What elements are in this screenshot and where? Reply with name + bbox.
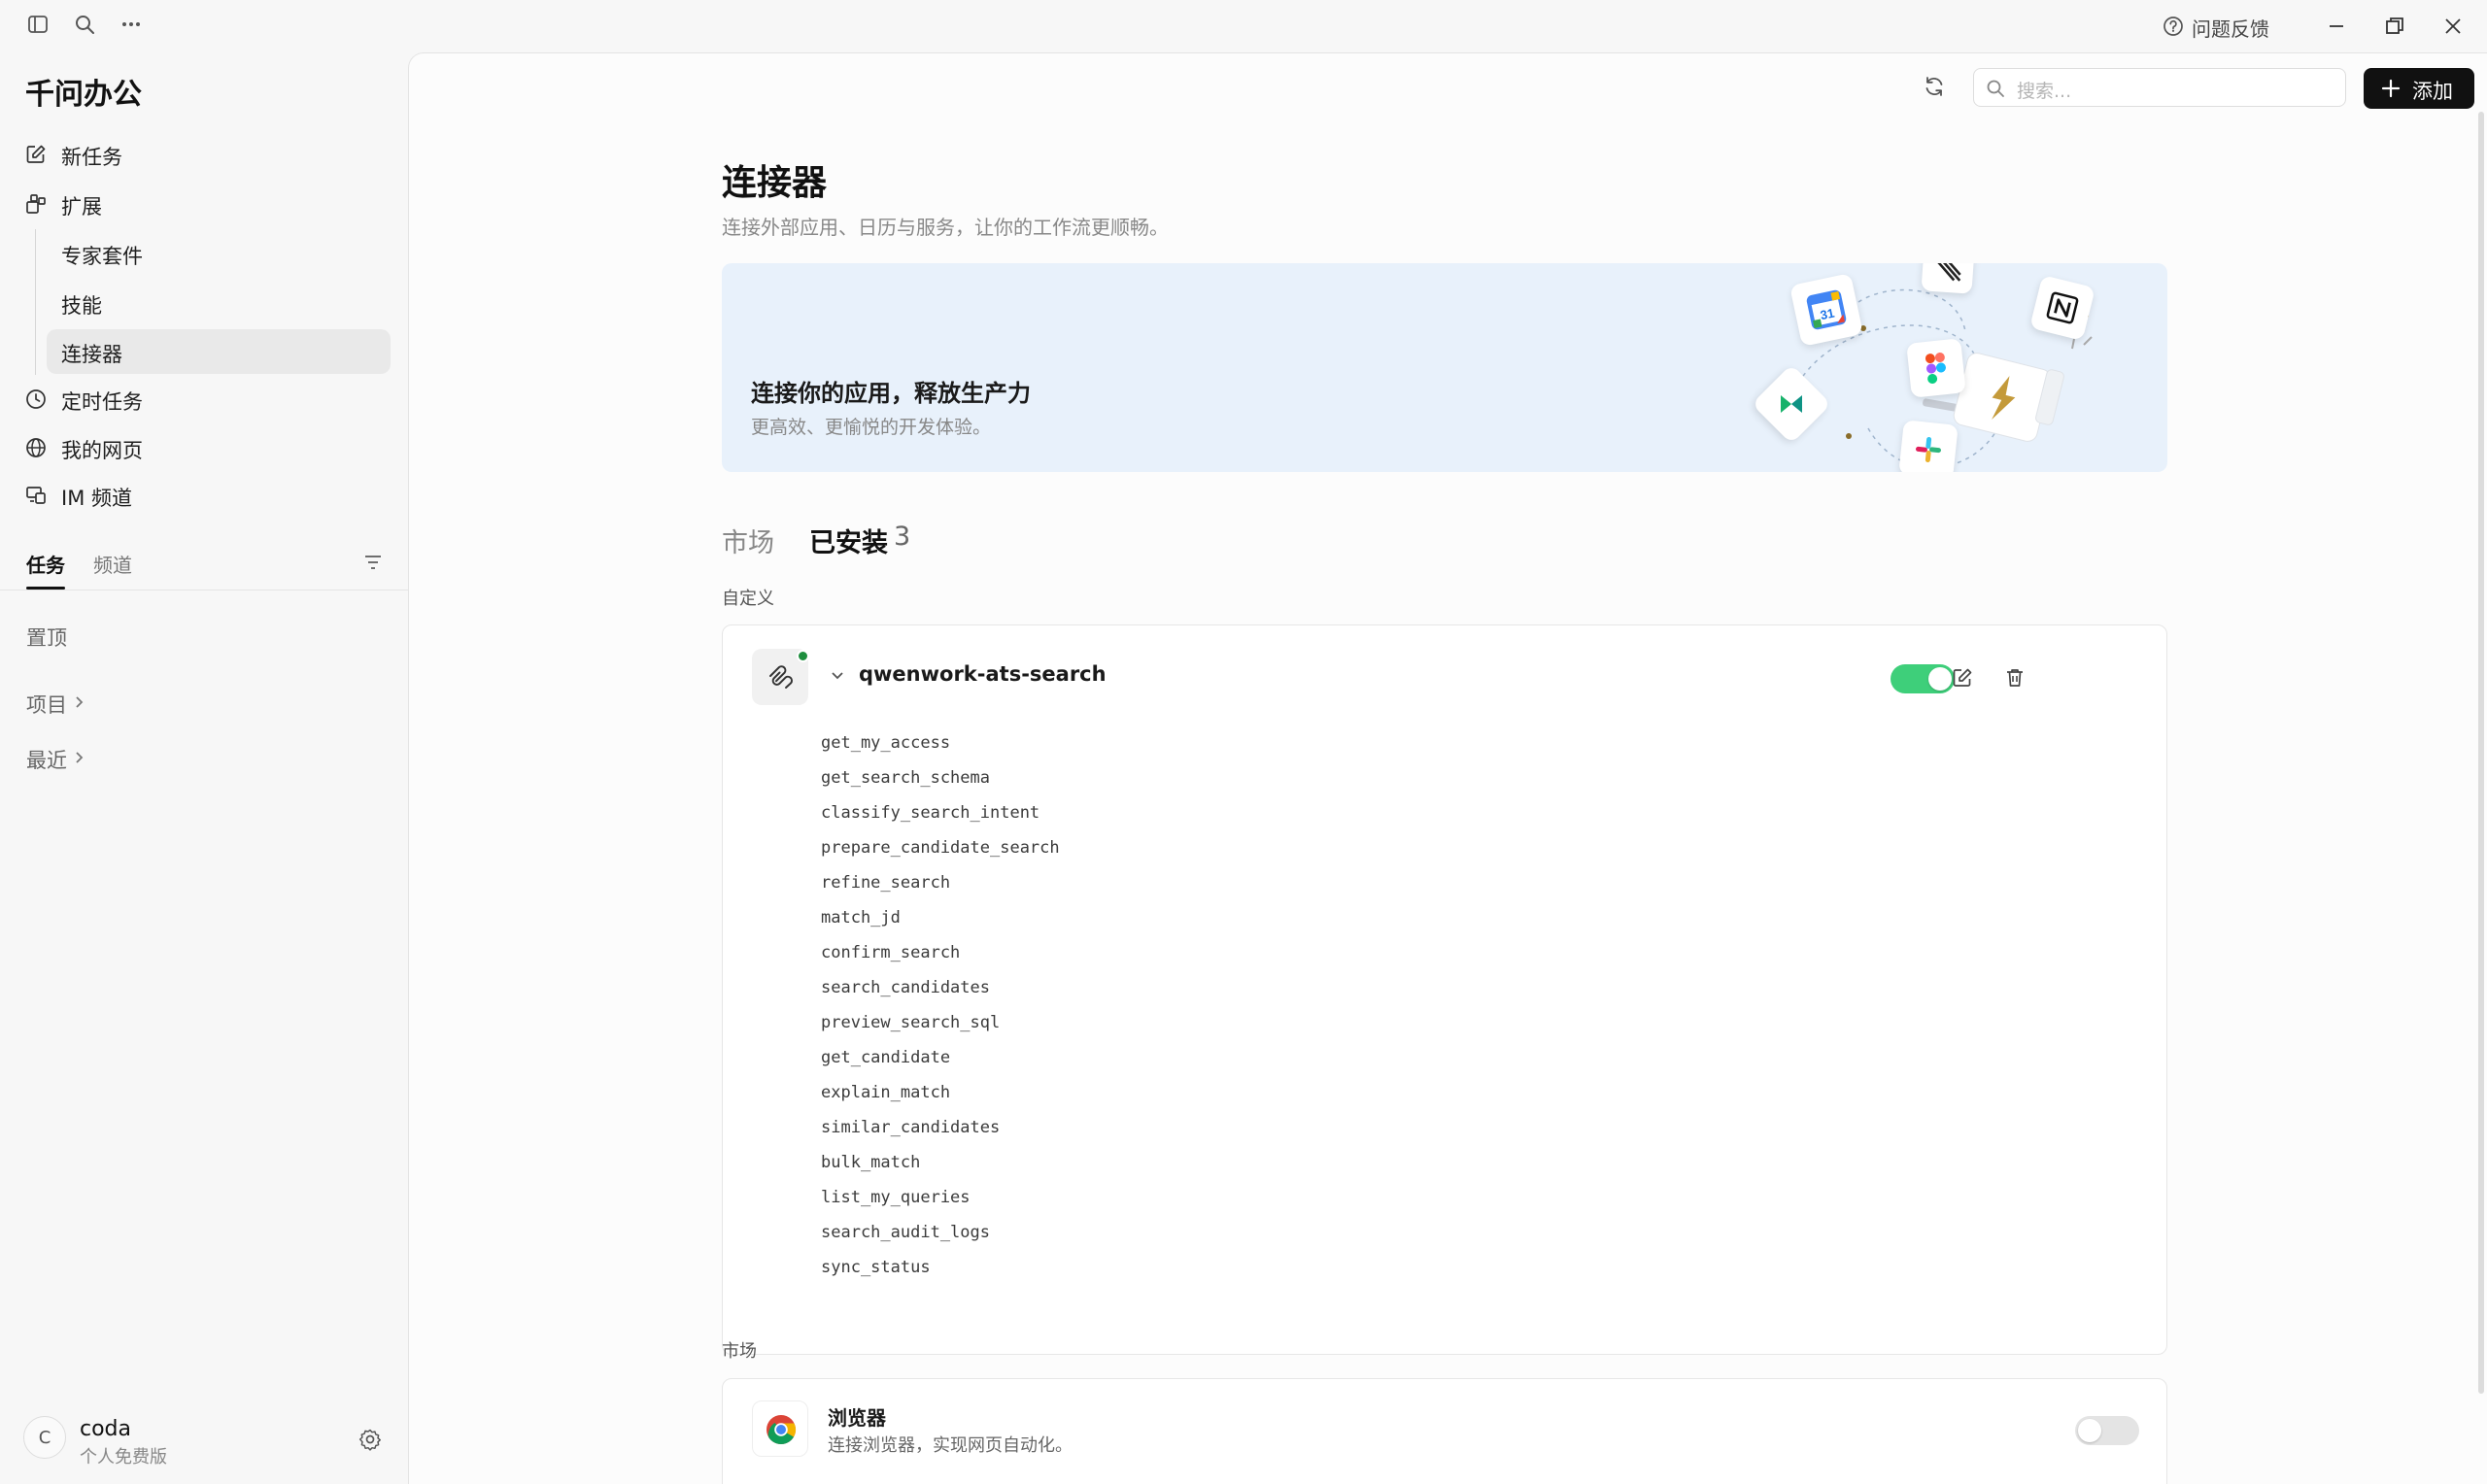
sidebar-item-label: 扩展 — [61, 195, 102, 219]
minimize-icon[interactable] — [2326, 16, 2347, 37]
sidebar-item-scheduled[interactable]: 定时任务 — [23, 377, 391, 422]
sidebar-item-skills[interactable]: 技能 — [47, 281, 391, 325]
tool-item: search_audit_logs — [821, 1223, 990, 1242]
projects-label: 项目 — [26, 693, 67, 717]
toggle-knob — [1928, 667, 1952, 691]
restore-icon[interactable] — [2384, 16, 2405, 37]
status-dot — [797, 650, 809, 662]
tool-item: get_search_schema — [821, 768, 990, 788]
figma-icon — [1906, 338, 1966, 398]
add-label: 添加 — [2412, 80, 2453, 103]
tool-item: bulk_match — [821, 1153, 921, 1172]
tool-item: prepare_candidate_search — [821, 838, 1060, 858]
sidebar-item-connectors[interactable]: 连接器 — [47, 329, 391, 374]
avatar[interactable]: C — [23, 1416, 66, 1459]
tool-item: search_candidates — [821, 978, 990, 997]
sidebar-item-extensions[interactable]: 扩展 — [23, 182, 391, 226]
market-card-browser: 浏览器 连接浏览器，实现网页自动化。 — [722, 1378, 2167, 1484]
recent-label: 最近 — [26, 749, 67, 772]
page-subtitle: 连接外部应用、日历与服务，让你的工作流更顺畅。 — [722, 216, 1169, 239]
search-icon — [1987, 80, 2004, 97]
sidebar-item-my-pages[interactable]: 我的网页 — [23, 425, 391, 470]
subnav-guide — [35, 229, 36, 375]
more-icon[interactable] — [120, 14, 142, 35]
custom-section-label: 自定义 — [722, 589, 774, 609]
tool-item: preview_search_sql — [821, 1013, 1001, 1032]
globe-icon — [26, 438, 46, 457]
tool-item: confirm_search — [821, 943, 961, 962]
tool-item: classify_search_intent — [821, 803, 1040, 823]
market-item-description: 连接浏览器，实现网页自动化。 — [828, 1435, 1073, 1456]
edit-icon[interactable] — [1951, 666, 1974, 690]
feedback-label: 问题反馈 — [2192, 17, 2269, 41]
plus-icon — [2381, 79, 2401, 98]
refresh-icon[interactable] — [1923, 75, 1946, 98]
sidebar-item-expert-kits[interactable]: 专家套件 — [47, 231, 391, 276]
close-icon[interactable] — [2442, 16, 2464, 37]
tool-item: list_my_queries — [821, 1188, 971, 1207]
sidebar-item-im-channel[interactable]: IM 频道 — [23, 473, 391, 518]
search-input[interactable]: 搜索... — [1973, 68, 2346, 107]
sidebar-item-label: IM 频道 — [61, 487, 132, 510]
trash-icon[interactable] — [2003, 666, 2027, 690]
connector-name: qwenwork-ats-search — [859, 662, 1107, 686]
market-section-label: 市场 — [722, 1341, 757, 1362]
gear-icon[interactable] — [358, 1428, 382, 1451]
tool-item: get_candidate — [821, 1048, 951, 1067]
edit-icon — [26, 145, 46, 163]
tool-item: match_jd — [821, 908, 901, 928]
calendar-day: 31 — [1819, 306, 1835, 323]
sidebar-toggle-icon[interactable] — [27, 14, 49, 35]
tool-item: sync_status — [821, 1258, 931, 1277]
promo-banner: 连接你的应用，释放生产力 更高效、更愉悦的开发体验。 31 — [722, 263, 2167, 472]
user-plan: 个人免费版 — [80, 1447, 167, 1467]
tab-tasks[interactable]: 任务 — [26, 550, 65, 578]
help-icon — [2163, 17, 2183, 36]
user-name: coda — [80, 1417, 132, 1441]
chrome-icon — [767, 1415, 796, 1445]
sidebar-item-label: 定时任务 — [61, 390, 143, 414]
sidebar-item-label: 技能 — [61, 294, 102, 318]
connector-icon — [752, 649, 809, 705]
tab-installed-count: 3 — [894, 522, 911, 552]
sidebar-item-label: 我的网页 — [61, 439, 143, 462]
chevron-right-icon — [76, 752, 84, 763]
tool-item: explain_match — [821, 1083, 951, 1102]
banner-title: 连接你的应用，释放生产力 — [751, 380, 1031, 407]
sidebar-item-new-task[interactable]: 新任务 — [23, 132, 391, 177]
linear-icon — [1921, 263, 1975, 294]
slack-icon — [1898, 420, 1959, 472]
tool-item: refine_search — [821, 873, 951, 893]
pinned-label: 置顶 — [26, 626, 67, 650]
page-title: 连接器 — [722, 163, 828, 203]
chrome-icon-tile — [752, 1400, 808, 1457]
filter-icon[interactable] — [362, 552, 384, 573]
toggle-knob — [2078, 1419, 2101, 1442]
main-panel: 搜索... 添加 连接器 连接外部应用、日历与服务，让你的工作流更顺畅。 连接你… — [408, 52, 2487, 1484]
app-title: 千问办公 — [25, 78, 142, 112]
tab-installed-label: 已安装 — [809, 528, 888, 558]
search-placeholder: 搜索... — [2017, 81, 2072, 102]
puzzle-icon — [26, 194, 46, 214]
add-button[interactable]: 添加 — [2364, 68, 2474, 109]
sidebar-item-label: 专家套件 — [61, 245, 143, 268]
google-calendar-icon: 31 — [1789, 273, 1863, 347]
mcp-icon — [769, 665, 793, 689]
browser-toggle[interactable] — [2075, 1416, 2139, 1445]
chat-device-icon — [26, 487, 46, 504]
tool-item: similar_candidates — [821, 1118, 1001, 1137]
tab-channels[interactable]: 频道 — [93, 550, 132, 578]
sidebar-item-label: 连接器 — [61, 343, 122, 366]
scrollbar-thumb[interactable] — [2478, 112, 2484, 1394]
connector-toggle[interactable] — [1891, 664, 1955, 693]
tab-market[interactable]: 市场 — [722, 522, 774, 559]
chevron-down-icon[interactable] — [830, 668, 845, 684]
clock-icon — [26, 389, 46, 409]
market-item-name: 浏览器 — [828, 1406, 886, 1430]
banner-subtitle: 更高效、更愉悦的开发体验。 — [751, 417, 992, 438]
chevron-right-icon — [76, 696, 84, 708]
sidebar-item-label: 新任务 — [61, 146, 122, 169]
tool-item: get_my_access — [821, 733, 951, 753]
search-icon[interactable] — [74, 14, 95, 35]
